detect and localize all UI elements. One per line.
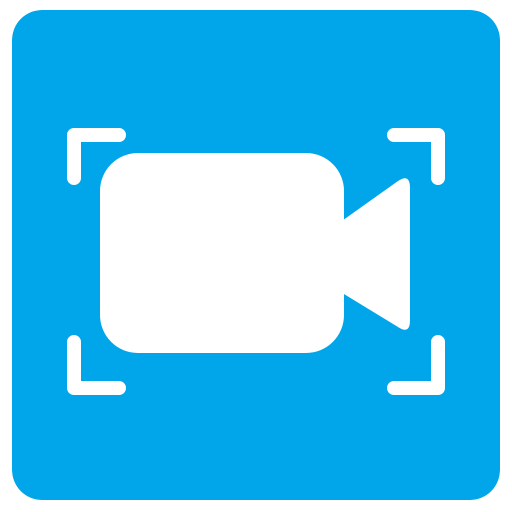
app-icon-graphic	[12, 10, 500, 500]
camera-body	[100, 153, 344, 353]
video-recorder-app-icon[interactable]	[12, 10, 500, 500]
